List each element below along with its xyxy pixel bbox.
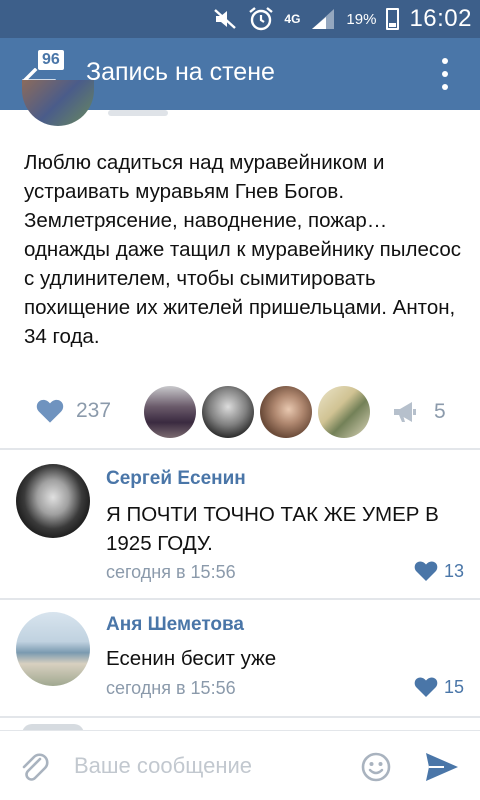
comment-like-count: 13 [444, 560, 465, 581]
message-input[interactable] [74, 749, 344, 783]
likers-list[interactable] [144, 386, 370, 438]
post-like-button[interactable]: 237 [36, 398, 111, 424]
comment-like-button[interactable]: 15 [414, 676, 464, 698]
comment-item: Сергей Есенин Я ПОЧТИ ТОЧНО ТАК ЖЕ УМЕР … [0, 448, 480, 598]
post-repost-count: 5 [434, 400, 446, 423]
comment-text: Я ПОЧТИ ТОЧНО ТАК ЖЕ УМЕР В 1925 ГОДУ. [106, 503, 439, 555]
clock: 16:02 [409, 5, 472, 32]
comment-like-button[interactable]: 13 [414, 560, 464, 582]
more-vertical-icon[interactable] [440, 58, 450, 90]
unread-badge: 96 [38, 50, 64, 70]
battery-icon [386, 8, 400, 30]
send-icon[interactable] [424, 751, 460, 783]
heart-icon [414, 677, 438, 697]
liker-avatar[interactable] [260, 386, 312, 438]
network-type: 4G [284, 12, 301, 26]
divider [0, 716, 480, 718]
alarm-icon [249, 7, 274, 31]
status-bar: 4G 19% 16:02 [0, 0, 480, 38]
post-actions: 237 5 [0, 378, 480, 446]
comment-like-count: 15 [444, 676, 465, 697]
signal-icon [312, 9, 335, 29]
heart-icon [36, 399, 64, 423]
comment-time: сегодня в 15:56 [106, 678, 236, 698]
page-title: Запись на стене [86, 58, 275, 86]
emoji-icon[interactable] [360, 751, 392, 783]
megaphone-icon [394, 402, 416, 422]
comment-time: сегодня в 15:56 [106, 562, 236, 582]
post-text: Люблю садиться над муравейником и устраи… [24, 151, 462, 348]
status-icons: 4G 19% 16:02 [212, 0, 472, 38]
post-author-avatar[interactable] [22, 80, 94, 126]
battery-percent: 19% [346, 10, 377, 28]
liker-avatar[interactable] [202, 386, 254, 438]
message-composer [0, 730, 480, 800]
paperclip-icon[interactable] [18, 751, 50, 783]
post-meta-placeholder [108, 110, 168, 116]
comment-author-name[interactable]: Аня Шеметова [106, 614, 244, 636]
comment-author-name[interactable]: Сергей Есенин [106, 468, 246, 490]
heart-icon [414, 561, 438, 581]
mute-icon [214, 9, 237, 29]
post-like-count: 237 [76, 399, 112, 422]
post-repost-button[interactable]: 5 [392, 400, 446, 424]
liker-avatar[interactable] [318, 386, 370, 438]
comment-author-avatar[interactable] [16, 612, 90, 686]
comment-text: Есенин бесит уже [106, 647, 277, 670]
liker-avatar[interactable] [144, 386, 196, 438]
comment-author-avatar[interactable] [16, 464, 90, 538]
comment-item: Аня Шеметова Есенин бесит уже сегодня в … [0, 598, 480, 718]
